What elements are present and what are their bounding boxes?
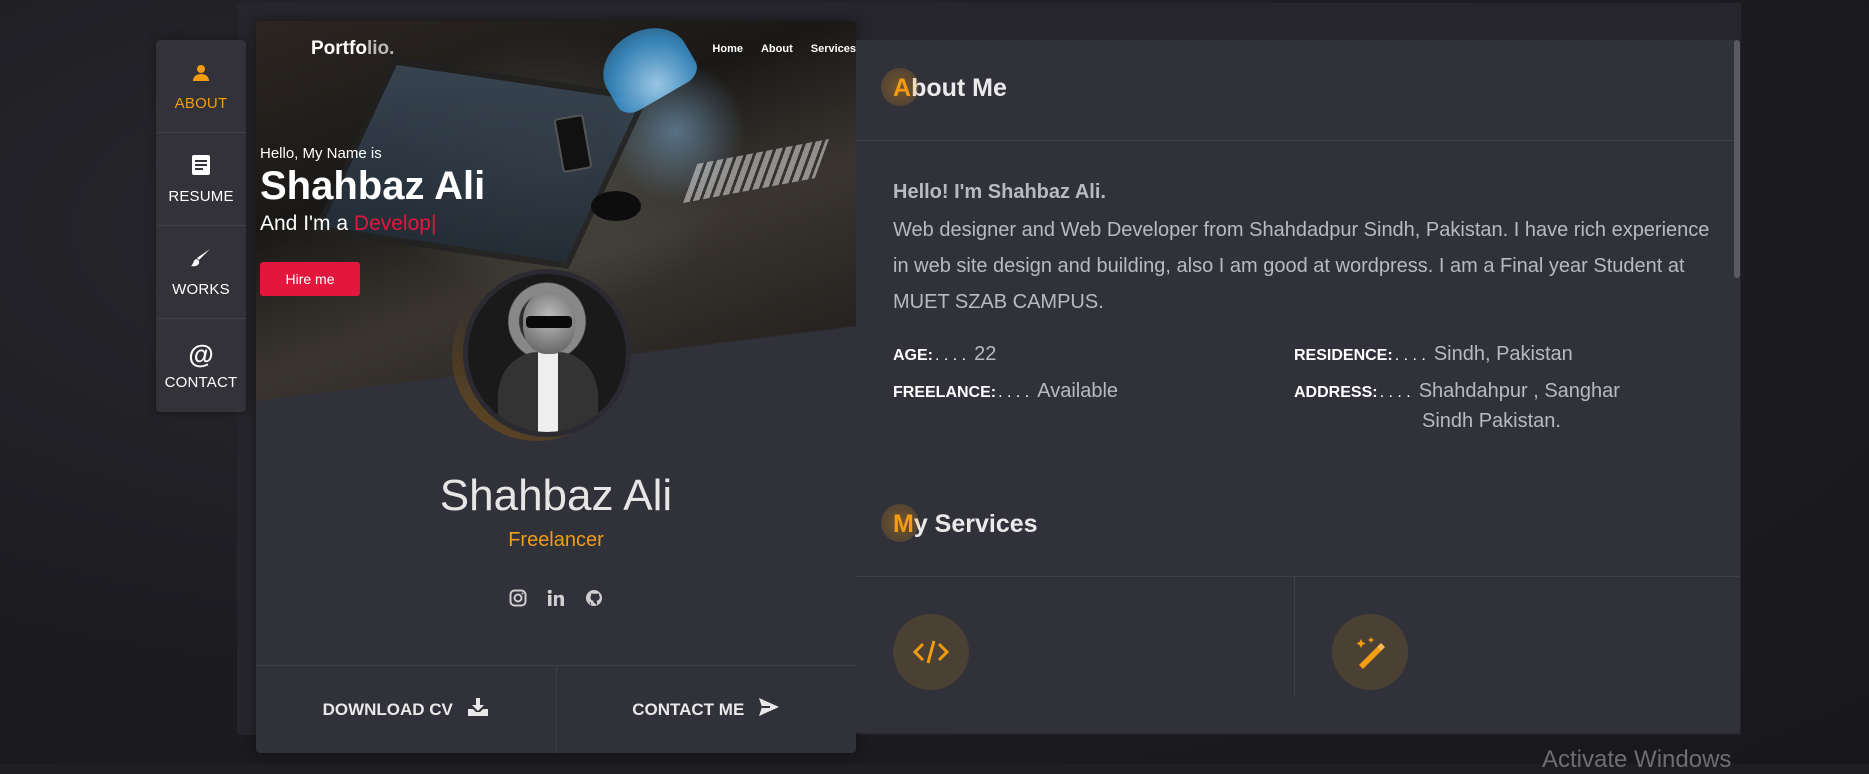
- scrollbar-thumb[interactable]: [1734, 40, 1740, 278]
- code-icon: [893, 614, 969, 690]
- download-cv-label: DOWNLOAD CV: [322, 699, 453, 719]
- info-address: ADDRESS:. . . . Shahdahpur , Sanghar: [1294, 380, 1620, 403]
- brand-logo[interactable]: Portfolio.: [311, 38, 394, 60]
- profile-name: Shahbaz Ali: [439, 471, 673, 520]
- document-icon: [191, 154, 211, 182]
- social-links: [256, 589, 856, 607]
- service-web-dev: [856, 576, 1294, 696]
- user-icon: [192, 61, 210, 89]
- avatar: [463, 269, 631, 437]
- info-freelance-value: Available: [1037, 380, 1119, 402]
- info-dots: . . . .: [1379, 384, 1411, 401]
- nav-label: ABOUT: [174, 94, 228, 112]
- avatar-glasses: [526, 316, 572, 328]
- about-lead: Hello! I'm Shahbaz Ali.: [893, 181, 1106, 203]
- about-title-rest: bout Me: [911, 74, 1007, 102]
- link-home[interactable]: Home: [712, 43, 743, 55]
- content-panel: About Me Hello! I'm Shahbaz Ali. Web des…: [856, 40, 1740, 733]
- info-age: AGE:. . . . 22: [893, 343, 996, 366]
- nav-item-contact[interactable]: @ CONTACT: [156, 319, 246, 412]
- nav-item-works[interactable]: WORKS: [156, 226, 246, 319]
- title-accent-dot: [881, 68, 919, 106]
- info-address-line1: Shahdahpur , Sanghar: [1418, 380, 1620, 402]
- info-residence: RESIDENCE:. . . . Sindh, Pakistan: [1294, 343, 1573, 366]
- card-footer: DOWNLOAD CV CONTACT ME: [256, 665, 856, 753]
- avatar-suit: [498, 352, 598, 432]
- keyboard-decor: [682, 138, 830, 204]
- link-services[interactable]: Services: [811, 43, 856, 55]
- nav-item-resume[interactable]: RESUME: [156, 133, 246, 226]
- info-age-key: AGE:: [893, 347, 933, 364]
- profile-title: Freelancer: [508, 529, 604, 551]
- about-divider: [856, 140, 1740, 141]
- activate-windows-watermark: Activate Windows: [1542, 746, 1732, 773]
- title-accent-dot: [881, 504, 919, 542]
- brand-dim: lio.: [366, 38, 395, 59]
- info-age-value: 22: [974, 343, 997, 365]
- info-residence-value: Sindh, Pakistan: [1433, 343, 1573, 365]
- about-paragraph: Web designer and Web Developer from Shah…: [893, 219, 1710, 313]
- hero-name: Shahbaz Ali: [260, 164, 486, 208]
- services-row: [856, 576, 1740, 696]
- brush-icon: [190, 247, 212, 275]
- at-icon: @: [188, 339, 214, 369]
- send-icon: [758, 697, 780, 722]
- magic-wand-icon: [1332, 614, 1408, 690]
- profile-card: Portfolio. Home About Services Hello, My…: [256, 21, 856, 753]
- info-dots: . . . .: [935, 347, 967, 364]
- linkedin-icon[interactable]: [547, 589, 565, 607]
- info-freelance: FREELANCE:. . . . Available: [893, 380, 1118, 403]
- hire-me-button[interactable]: Hire me: [260, 262, 360, 296]
- github-icon[interactable]: [585, 589, 603, 607]
- contact-me-button[interactable]: CONTACT ME: [555, 666, 857, 753]
- services-title-rest: y Services: [913, 510, 1038, 538]
- service-design: [1294, 576, 1732, 696]
- nav-item-about[interactable]: ABOUT: [156, 40, 246, 133]
- about-text: Hello! I'm Shahbaz Ali. Web designer and…: [893, 181, 1713, 320]
- contact-me-label: CONTACT ME: [632, 699, 745, 719]
- info-dots: . . . .: [1394, 347, 1426, 364]
- services-title: My Services: [881, 504, 1038, 542]
- hero-intro: Hello, My Name is Shahbaz Ali And I'm a …: [260, 145, 485, 236]
- info-residence-key: RESIDENCE:: [1294, 347, 1393, 364]
- info-address-key: ADDRESS:: [1294, 384, 1378, 401]
- brand-main: Portfo: [311, 38, 367, 59]
- download-cv-button[interactable]: DOWNLOAD CV: [256, 666, 556, 753]
- top-links: Home About Services: [712, 43, 856, 55]
- nav-label: CONTACT: [164, 374, 238, 391]
- info-address-cont: Sindh Pakistan.: [1422, 410, 1561, 433]
- role-highlight: Develop|: [353, 212, 437, 235]
- mouse-decor: [591, 191, 641, 221]
- instagram-icon[interactable]: [509, 589, 527, 607]
- hello-text: Hello, My Name is: [260, 145, 382, 162]
- info-address-line2: Sindh Pakistan.: [1422, 410, 1561, 432]
- about-title: About Me: [881, 68, 1007, 106]
- hero-role: And I'm a Develop|: [260, 212, 485, 236]
- download-icon: [467, 697, 489, 722]
- nav-label: WORKS: [172, 280, 230, 298]
- top-nav: Portfolio. Home About Services: [256, 21, 856, 81]
- nav-label: RESUME: [168, 187, 234, 205]
- role-prefix: And I'm a: [260, 212, 349, 235]
- link-about[interactable]: About: [761, 43, 793, 55]
- info-dots: . . . .: [998, 384, 1030, 401]
- side-nav: ABOUT RESUME WORKS @ CONTACT: [156, 40, 246, 412]
- info-freelance-key: FREELANCE:: [893, 384, 997, 401]
